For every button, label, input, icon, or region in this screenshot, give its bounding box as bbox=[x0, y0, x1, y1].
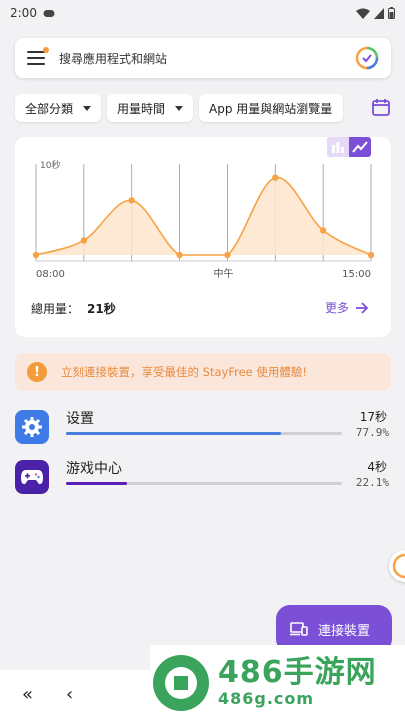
chart-type-toggle bbox=[327, 137, 371, 157]
total-usage-value: 21秒 bbox=[87, 302, 116, 316]
notification-dot bbox=[43, 47, 49, 53]
data-point bbox=[32, 251, 40, 259]
usage-area bbox=[36, 177, 371, 255]
connect-device-banner[interactable]: ! 立刻連接裝置，享受最佳的 StayFree 使用體驗! bbox=[15, 353, 391, 391]
usage-bar bbox=[66, 432, 342, 435]
metric-filter[interactable]: 用量時間 bbox=[107, 94, 194, 122]
watermark-title: 486手游网 bbox=[218, 655, 377, 690]
watermark-logo bbox=[153, 654, 209, 711]
y-tick-label: 10秒 bbox=[40, 159, 60, 171]
data-point bbox=[319, 227, 327, 234]
app-row-settings[interactable]: 设置 17秒 77.9% bbox=[15, 408, 395, 448]
filter-row: 全部分類 用量時間 App 用量與網站瀏覽量 bbox=[15, 94, 395, 122]
warning-icon: ! bbox=[27, 362, 47, 382]
caret-down-icon bbox=[175, 105, 184, 111]
scope-filter[interactable]: App 用量與網站瀏覽量 bbox=[199, 94, 344, 122]
usage-bar-fill bbox=[66, 432, 281, 435]
bar-chart-icon bbox=[332, 142, 344, 153]
data-point bbox=[80, 237, 88, 244]
battery-icon bbox=[388, 7, 395, 19]
status-time: 2:00 bbox=[10, 6, 37, 20]
total-usage-label: 總用量： bbox=[31, 302, 80, 316]
app-name: 设置 bbox=[66, 411, 94, 427]
data-point bbox=[272, 174, 279, 181]
calendar-icon[interactable] bbox=[371, 97, 391, 117]
focus-timer-icon[interactable] bbox=[355, 46, 379, 70]
scope-filter-label: App 用量與網站瀏覽量 bbox=[209, 101, 333, 116]
gear-icon bbox=[15, 410, 49, 444]
floating-timer-icon[interactable] bbox=[389, 550, 405, 582]
usage-chart-card: 10秒 08:00 中午 15:00 總用量： 21秒 更多 bbox=[15, 137, 391, 337]
signal-icon bbox=[374, 7, 384, 19]
x-tick-label: 08:00 bbox=[36, 269, 65, 280]
data-point bbox=[367, 251, 375, 259]
line-chart-toggle[interactable] bbox=[349, 137, 371, 157]
more-link[interactable]: 更多 bbox=[325, 299, 369, 316]
data-point bbox=[176, 251, 183, 259]
connect-device-label: 連接裝置 bbox=[318, 623, 371, 639]
search-input[interactable]: 搜尋應用程式和網站 bbox=[59, 50, 167, 67]
wifi-icon bbox=[356, 8, 370, 19]
category-filter-label: 全部分類 bbox=[25, 101, 74, 116]
menu-icon[interactable] bbox=[27, 47, 49, 65]
metric-filter-label: 用量時間 bbox=[117, 101, 166, 116]
usage-bar-fill bbox=[66, 482, 127, 485]
usage-chart: 10秒 08:00 中午 15:00 bbox=[32, 159, 375, 280]
data-point bbox=[224, 251, 231, 259]
category-filter[interactable]: 全部分類 bbox=[15, 94, 102, 122]
app-percent: 22.1% bbox=[355, 476, 389, 489]
bar-chart-toggle[interactable] bbox=[327, 137, 349, 157]
watermark: 486手游网 486g.com bbox=[150, 645, 405, 720]
app-percent: 77.9% bbox=[355, 426, 389, 439]
back-icon[interactable]: ‹ bbox=[66, 684, 73, 705]
status-bar: 2:00 bbox=[0, 0, 405, 26]
more-link-label: 更多 bbox=[324, 301, 349, 315]
gamepad-icon bbox=[15, 460, 49, 494]
data-point bbox=[128, 197, 135, 204]
x-tick-label: 中午 bbox=[214, 267, 234, 280]
promo-text: 立刻連接裝置，享受最佳的 StayFree 使用體驗! bbox=[61, 365, 307, 379]
devices-icon bbox=[290, 622, 308, 636]
search-bar[interactable]: 搜尋應用程式和網站 bbox=[15, 38, 391, 78]
app-time: 17秒 bbox=[359, 410, 387, 424]
caret-down-icon bbox=[83, 105, 92, 111]
gamepad-status-icon bbox=[43, 9, 55, 17]
watermark-url: 486g.com bbox=[218, 689, 315, 708]
arrow-right-icon bbox=[356, 301, 369, 314]
app-row-game-center[interactable]: 游戏中心 4秒 22.1% bbox=[15, 458, 395, 498]
double-back-icon[interactable]: « bbox=[22, 684, 33, 705]
total-usage: 總用量： 21秒 bbox=[31, 300, 116, 317]
app-time: 4秒 bbox=[367, 460, 387, 474]
app-name: 游戏中心 bbox=[66, 461, 122, 477]
line-chart-icon bbox=[352, 141, 368, 153]
x-tick-label: 15:00 bbox=[342, 269, 371, 280]
usage-bar bbox=[66, 482, 342, 485]
